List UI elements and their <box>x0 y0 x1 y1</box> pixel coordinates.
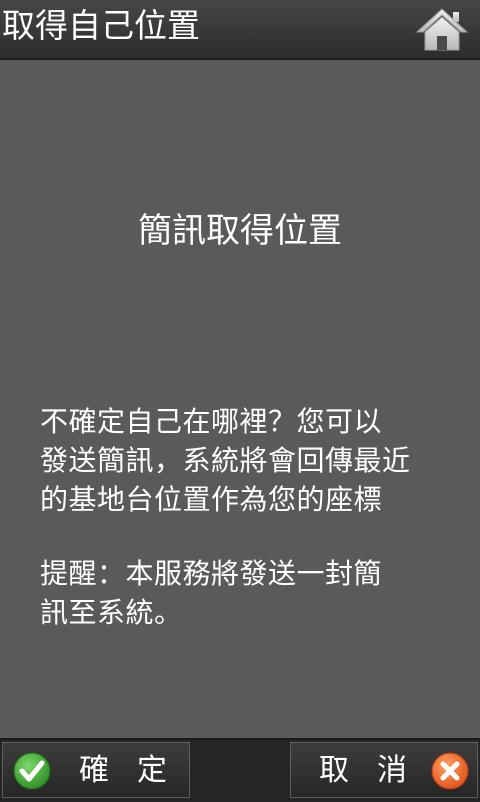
description-line: 發送簡訊，系統將會回傳最近 <box>40 444 411 477</box>
description-line: 不確定自己在哪裡？您可以 <box>40 405 383 438</box>
description-line: 的基地台位置作為您的座標 <box>40 483 383 516</box>
home-button[interactable] <box>412 4 472 54</box>
page-title: 取得自己位置 <box>2 6 200 45</box>
description-text: 不確定自己在哪裡？您可以 發送簡訊，系統將會回傳最近 的基地台位置作為您的座標 <box>40 402 450 519</box>
close-icon <box>431 752 469 790</box>
check-icon <box>13 752 51 790</box>
content-area: 簡訊取得位置 不確定自己在哪裡？您可以 發送簡訊，系統將會回傳最近 的基地台位置… <box>0 60 480 738</box>
confirm-label: 確定 <box>79 753 195 788</box>
confirm-button[interactable]: 確定 <box>2 742 190 798</box>
home-icon <box>415 8 469 51</box>
cancel-label: 取消 <box>319 753 435 788</box>
reminder-line: 提醒：本服務將發送一封簡 <box>40 557 383 590</box>
title-bar: 取得自己位置 <box>0 0 480 60</box>
reminder-text: 提醒：本服務將發送一封簡 訊至系統。 <box>40 554 450 632</box>
bottom-button-bar: 確定 取消 <box>0 738 480 802</box>
section-heading: 簡訊取得位置 <box>138 211 342 251</box>
reminder-line: 訊至系統。 <box>40 596 183 629</box>
cancel-button[interactable]: 取消 <box>290 742 478 798</box>
